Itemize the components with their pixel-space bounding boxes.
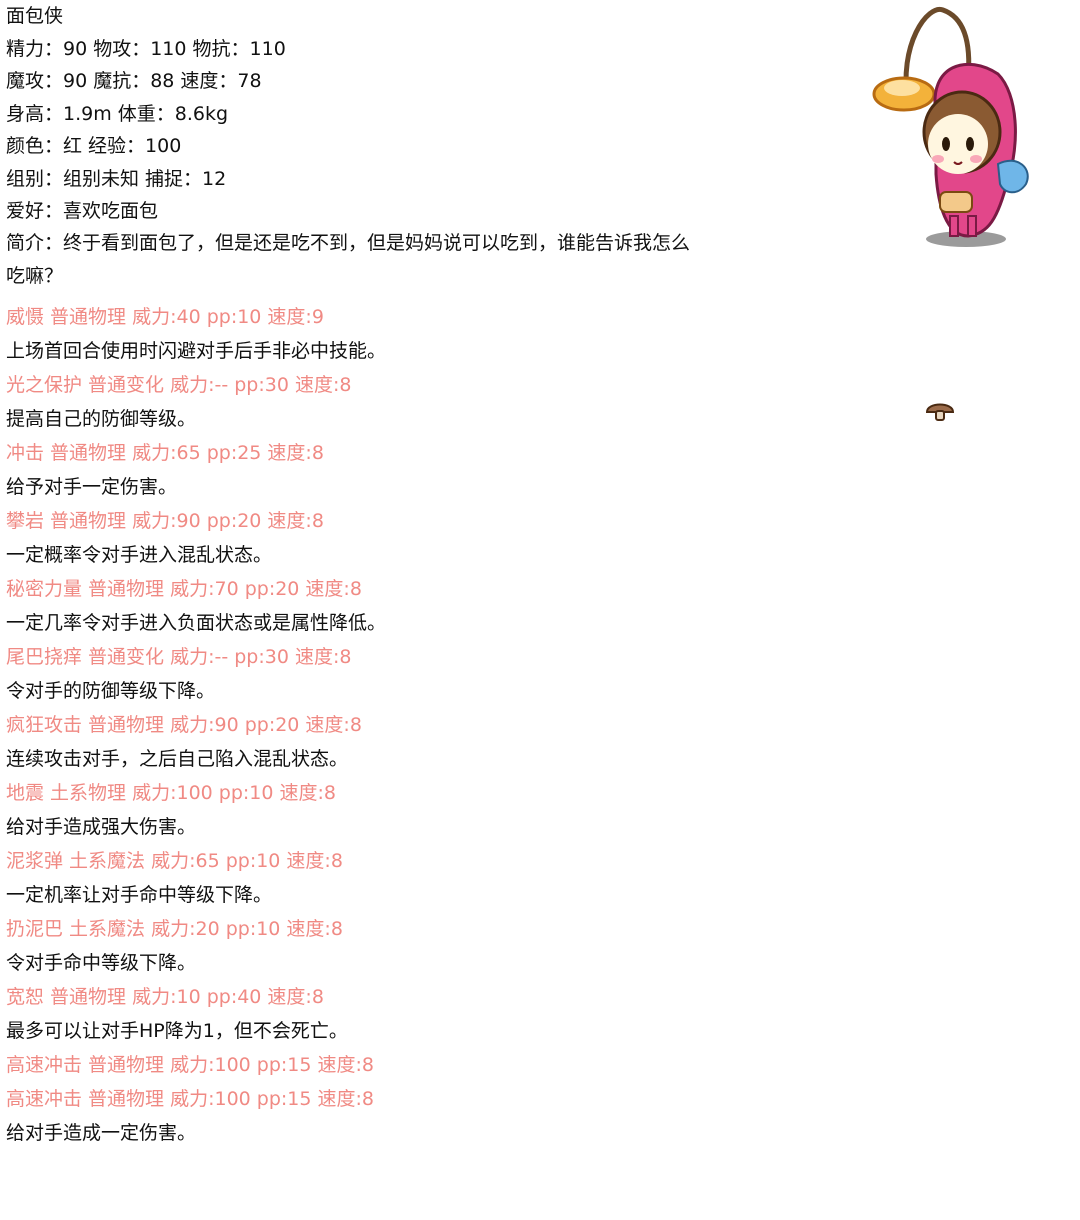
skill-description: 一定概率令对手进入混乱状态。 — [6, 544, 273, 566]
skill-description: 一定几率令对手进入负面状态或是属性降低。 — [6, 612, 387, 634]
stats-line-1: 精力：90 物攻：110 物抗：110 — [6, 37, 286, 60]
skill-item: 扔泥巴 土系魔法 威力:20 pp:10 速度:8 令对手命中等级下降。 — [6, 912, 766, 980]
intro-text: 简介：终于看到面包了，但是还是吃不到，但是妈妈说可以吃到，谁能告诉我怎么吃嘛？ — [6, 231, 691, 287]
skill-item: 威慑 普通物理 威力:40 pp:10 速度:9 上场首回合使用时闪避对手后手非… — [6, 300, 766, 368]
skill-name: 高速冲击 普通物理 威力:100 pp:15 速度:8 — [6, 1054, 375, 1076]
skill-item: 高速冲击 普通物理 威力:100 pp:15 速度:8 — [6, 1048, 766, 1082]
skill-item: 地震 土系物理 威力:100 pp:10 速度:8 给对手造成强大伤害。 — [6, 776, 766, 844]
body-line: 身高：1.9m 体重：8.6kg — [6, 102, 229, 125]
skill-name: 泥浆弹 土系魔法 威力:65 pp:10 速度:8 — [6, 850, 343, 872]
skill-description: 令对手的防御等级下降。 — [6, 680, 216, 702]
skill-description: 令对手命中等级下降。 — [6, 952, 197, 974]
skill-description: 给对手造成一定伤害。 — [6, 1122, 197, 1144]
skill-name: 宽恕 普通物理 威力:10 pp:40 速度:8 — [6, 986, 324, 1008]
skill-description: 连续攻击对手，之后自己陷入混乱状态。 — [6, 748, 349, 770]
skill-list: 威慑 普通物理 威力:40 pp:10 速度:9 上场首回合使用时闪避对手后手非… — [6, 300, 766, 1150]
skill-name: 冲击 普通物理 威力:65 pp:25 速度:8 — [6, 442, 324, 464]
skill-name: 疯狂攻击 普通物理 威力:90 pp:20 速度:8 — [6, 714, 362, 736]
mushroom-icon — [925, 403, 955, 421]
skill-name: 光之保护 普通变化 威力:-- pp:30 速度:8 — [6, 374, 352, 396]
skill-item: 光之保护 普通变化 威力:-- pp:30 速度:8 提高自己的防御等级。 — [6, 368, 766, 436]
skill-item: 尾巴挠痒 普通变化 威力:-- pp:30 速度:8 令对手的防御等级下降。 — [6, 640, 766, 708]
hobby-line: 爱好：喜欢吃面包 — [6, 200, 159, 222]
skill-item: 冲击 普通物理 威力:65 pp:25 速度:8 给予对手一定伤害。 — [6, 436, 766, 504]
skill-description: 提高自己的防御等级。 — [6, 408, 197, 430]
stats-line-2: 魔攻：90 魔抗：88 速度：78 — [6, 70, 262, 92]
skill-name: 尾巴挠痒 普通变化 威力:-- pp:30 速度:8 — [6, 646, 352, 668]
skill-item: 高速冲击 普通物理 威力:100 pp:15 速度:8 给对手造成一定伤害。 — [6, 1082, 766, 1150]
pet-name: 面包侠 — [6, 5, 64, 27]
skill-description: 给予对手一定伤害。 — [6, 476, 178, 498]
skill-description: 最多可以让对手HP降为1，但不会死亡。 — [6, 1020, 348, 1042]
skill-description: 上场首回合使用时闪避对手后手非必中技能。 — [6, 340, 387, 362]
skill-item: 疯狂攻击 普通物理 威力:90 pp:20 速度:8 连续攻击对手，之后自己陷入… — [6, 708, 766, 776]
color-line: 颜色：红 经验：100 — [6, 135, 182, 157]
skill-item: 宽恕 普通物理 威力:10 pp:40 速度:8 最多可以让对手HP降为1，但不… — [6, 980, 766, 1048]
skill-name: 高速冲击 普通物理 威力:100 pp:15 速度:8 — [6, 1088, 375, 1110]
skill-name: 威慑 普通物理 威力:40 pp:10 速度:9 — [6, 306, 324, 328]
pet-info-panel: 面包侠 精力：90 物攻：110 物抗：110 魔攻：90 魔抗：88 速度：7… — [6, 0, 706, 293]
skill-name: 攀岩 普通物理 威力:90 pp:20 速度:8 — [6, 510, 324, 532]
skill-description: 给对手造成强大伤害。 — [6, 816, 197, 838]
pet-portrait-image — [872, 6, 1029, 247]
skill-name: 扔泥巴 土系魔法 威力:20 pp:10 速度:8 — [6, 918, 343, 940]
skill-name: 秘密力量 普通物理 威力:70 pp:20 速度:8 — [6, 578, 362, 600]
group-line: 组别：组别未知 捕捉：12 — [6, 167, 227, 190]
skill-name: 地震 土系物理 威力:100 pp:10 速度:8 — [6, 782, 337, 804]
skill-item: 秘密力量 普通物理 威力:70 pp:20 速度:8 一定几率令对手进入负面状态… — [6, 572, 766, 640]
skill-item: 攀岩 普通物理 威力:90 pp:20 速度:8 一定概率令对手进入混乱状态。 — [6, 504, 766, 572]
skill-item: 泥浆弹 土系魔法 威力:65 pp:10 速度:8 一定机率让对手命中等级下降。 — [6, 844, 766, 912]
skill-description: 一定机率让对手命中等级下降。 — [6, 884, 273, 906]
